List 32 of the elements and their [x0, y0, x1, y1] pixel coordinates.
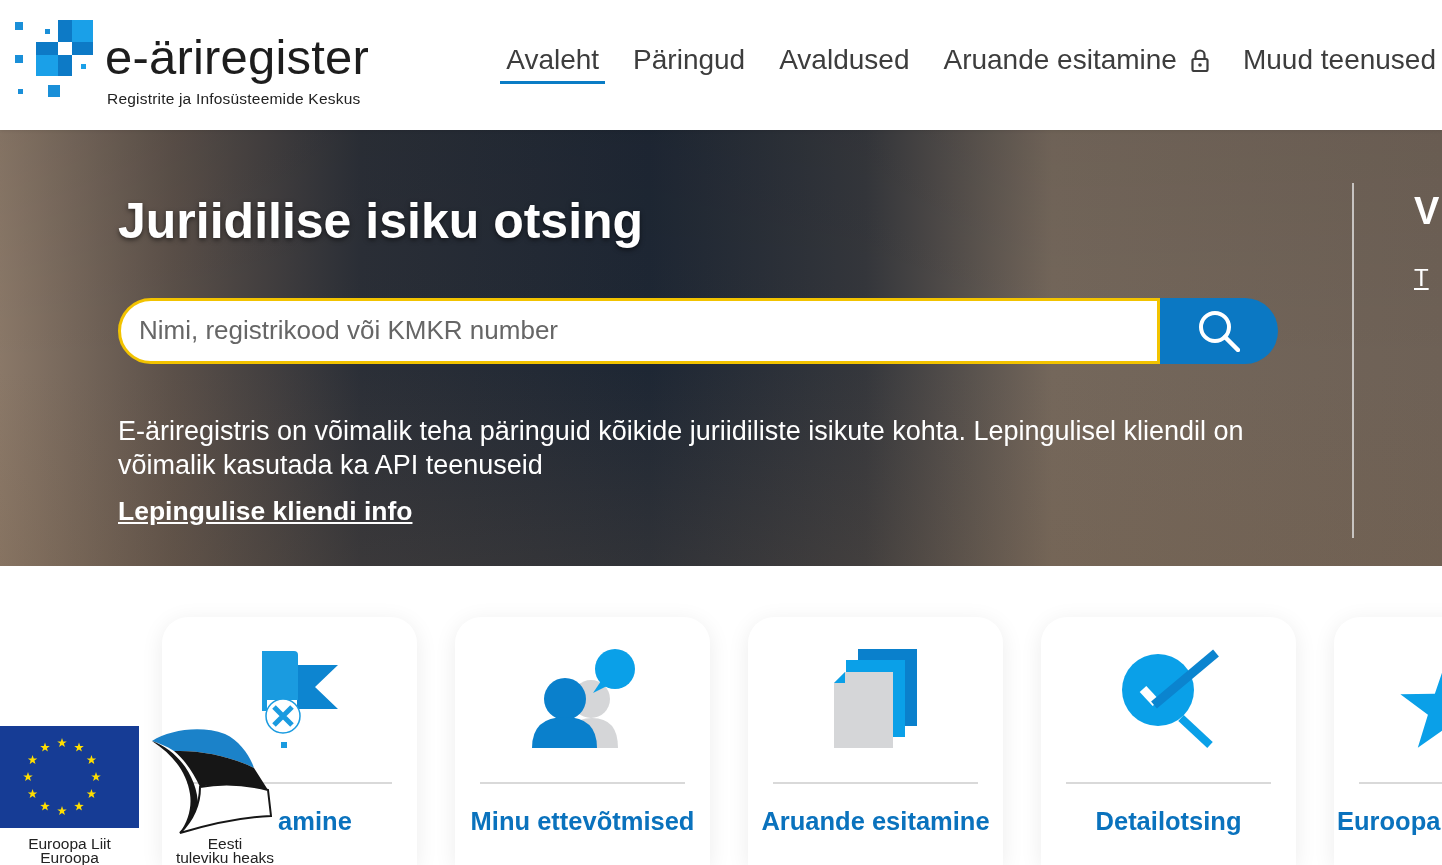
card-title: Minu ettevõtmised	[470, 807, 695, 835]
nav-tab[interactable]: Avaldused	[773, 43, 916, 84]
card-title: Euroopa	[1337, 807, 1441, 835]
nav-tab[interactable]: Avaleht	[500, 43, 606, 84]
page-title: Juriidilise isiku otsing	[118, 193, 645, 251]
tricolor-sail-icon	[150, 726, 272, 834]
logo-caption: Euroopa Liit	[28, 837, 111, 851]
logo-title: e-äriregister	[105, 33, 369, 82]
client-info-link[interactable]: Lepingulise kliendi info	[118, 491, 413, 532]
search-button[interactable]	[1160, 297, 1278, 364]
nav-tab[interactable]: Päringud	[627, 43, 752, 84]
card-title: amine	[278, 807, 352, 835]
logo-caption: Eesti	[207, 837, 243, 851]
logo-squares-icon	[15, 20, 94, 97]
card-title: Aruande esitamine	[761, 807, 990, 835]
nav-tab[interactable]: Muud teenused	[1236, 43, 1442, 84]
logo-caption: tuleviku heaks	[175, 851, 275, 865]
card-title: Detailotsing	[1095, 807, 1242, 835]
service-card[interactable]: Minu ettevõtmised	[455, 617, 710, 865]
logo-subtitle: Registrite ja Infosüsteemide Keskus	[107, 89, 362, 109]
hero-description: E-äriregistris on võimalik teha päringuid kõikide juriidiliste isikute kohta. Lepingulisel kliendil on võimalik kasutada ka API teenuseid	[118, 414, 1245, 482]
side-heading: V	[1414, 192, 1440, 230]
star-flag-icon	[0, 726, 139, 828]
search-icon	[1198, 309, 1240, 352]
service-card[interactable]: Detailotsing	[1041, 617, 1296, 865]
service-card[interactable]: Euroopa	[1334, 617, 1442, 865]
service-card[interactable]: Aruande esitamine	[748, 617, 1003, 865]
nav-tab[interactable]: Aruande esitamine	[937, 43, 1215, 84]
people-chat-icon	[530, 648, 635, 748]
side-link[interactable]: T	[1414, 260, 1429, 296]
documents-icon	[833, 648, 918, 748]
search-field[interactable]: Nimi, registrikood või KMKR number	[118, 297, 1160, 364]
